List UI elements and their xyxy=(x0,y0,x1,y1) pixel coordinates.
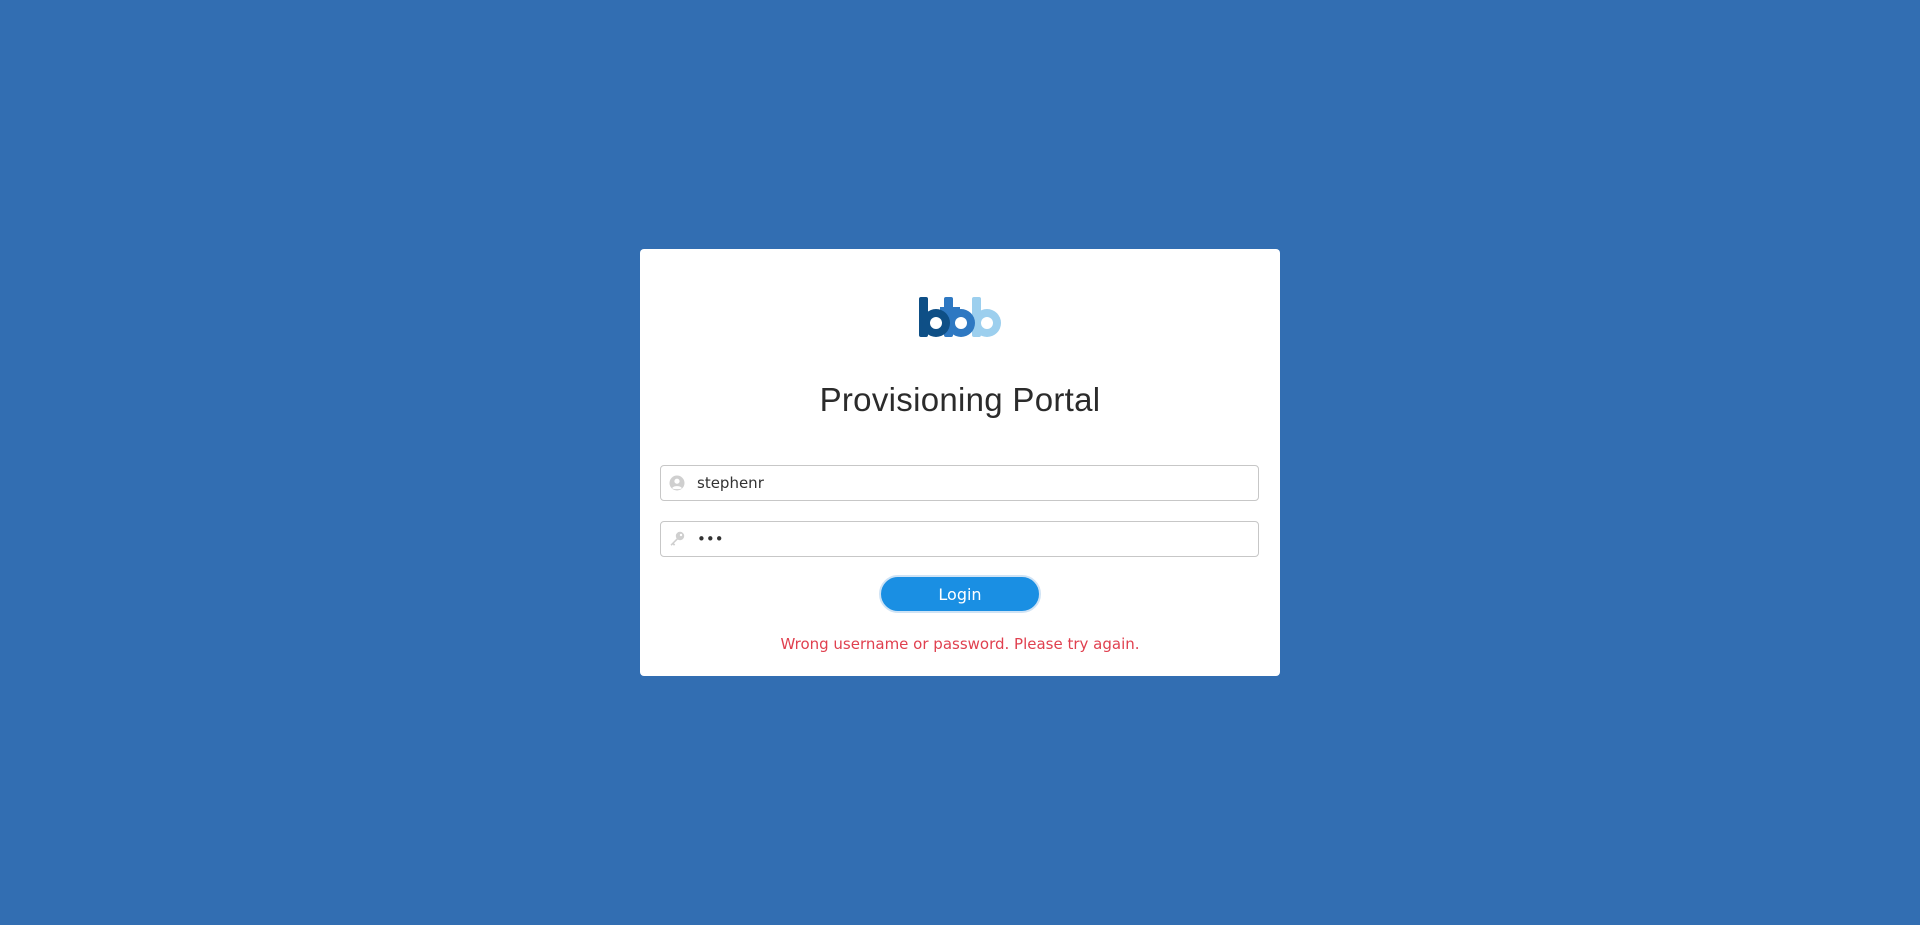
btb-logo xyxy=(919,297,1001,337)
page-title: Provisioning Portal xyxy=(819,381,1101,418)
login-button[interactable]: Login xyxy=(879,575,1041,613)
user-circle-icon xyxy=(669,475,685,491)
username-input[interactable] xyxy=(697,466,1247,500)
login-card: Provisioning Portal Login Wrong username… xyxy=(640,249,1280,676)
key-icon xyxy=(670,531,685,546)
password-input[interactable] xyxy=(697,522,1247,556)
password-field[interactable] xyxy=(660,521,1259,557)
error-message: Wrong username or password. Please try a… xyxy=(780,635,1140,653)
username-field[interactable] xyxy=(660,465,1259,501)
